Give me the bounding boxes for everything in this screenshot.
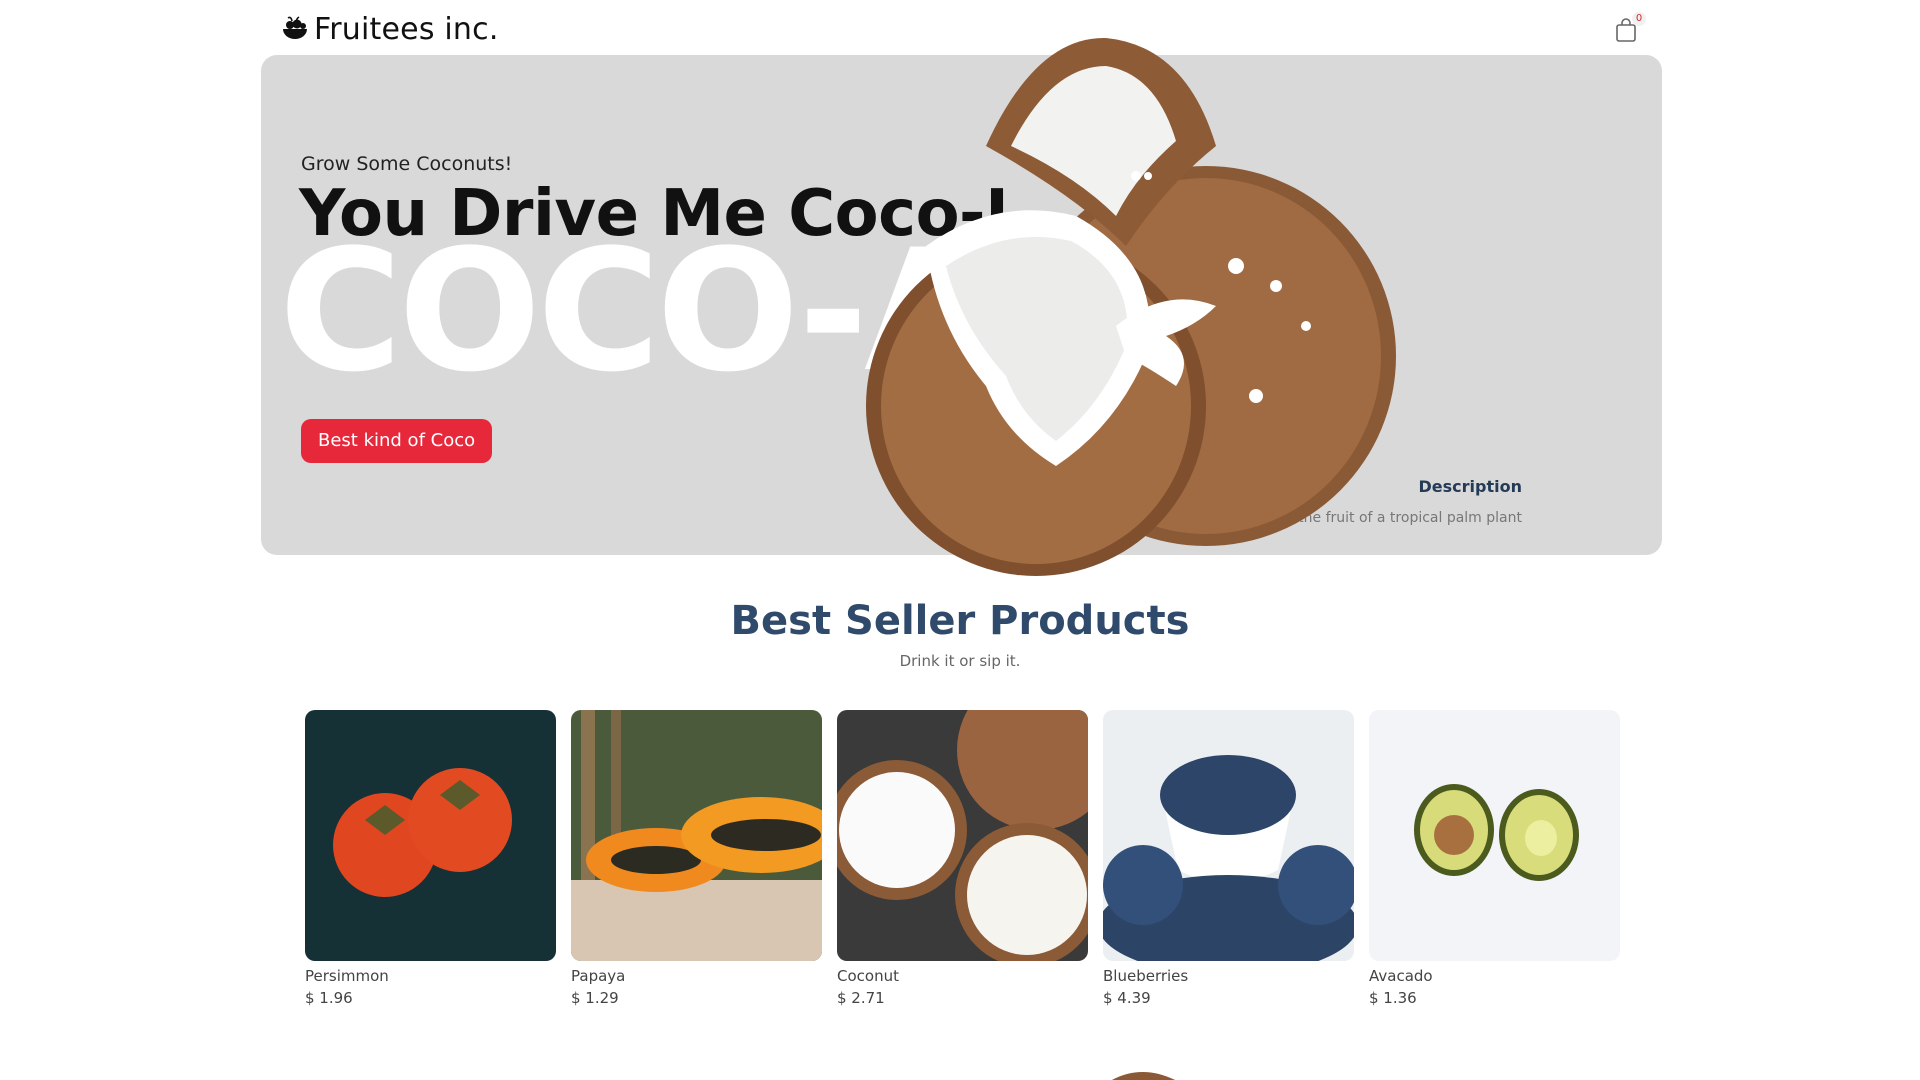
description-label: Description — [1418, 477, 1522, 496]
best-kind-button[interactable]: Best kind of Coco — [301, 419, 493, 463]
product-price: $ 1.29 — [571, 989, 619, 1007]
avocado-image — [1369, 710, 1620, 961]
product-card-blueberries[interactable]: Blueberries $ 4.39 — [1103, 710, 1354, 1007]
product-list: Persimmon $ 1.96 Papaya $ 1.29 Coconut $… — [305, 710, 1625, 1010]
coconut-illustration — [866, 37, 1396, 576]
blueberries-image — [1103, 710, 1354, 961]
product-price: $ 4.39 — [1103, 989, 1151, 1007]
product-card-persimmon[interactable]: Persimmon $ 1.96 — [305, 710, 556, 1007]
cart-button[interactable]: 0 — [1612, 12, 1646, 44]
cart-count-badge: 0 — [1632, 12, 1646, 26]
fruit-bowl-icon — [283, 15, 307, 39]
best-seller-subtitle: Drink it or sip it. — [899, 652, 1021, 670]
product-card-papaya[interactable]: Papaya $ 1.29 — [571, 710, 822, 1007]
product-name: Papaya — [571, 967, 626, 985]
product-card-coconut[interactable]: Coconut $ 2.71 — [837, 710, 1088, 1007]
logo-text: Fruitees inc. — [314, 12, 499, 47]
papaya-image — [571, 710, 822, 961]
product-price: $ 2.71 — [837, 989, 885, 1007]
page: Fruitees inc. 0 Grow Some Coconuts! You … — [0, 0, 1920, 1080]
coconut-image — [837, 710, 1088, 961]
product-name: Coconut — [837, 967, 899, 985]
product-name: Avacado — [1369, 967, 1433, 985]
best-seller-title: Best Seller Products — [730, 598, 1190, 644]
product-name: Blueberries — [1103, 967, 1189, 985]
persimmon-image — [305, 710, 556, 961]
product-price: $ 1.36 — [1369, 989, 1417, 1007]
product-price: $ 1.96 — [305, 989, 353, 1007]
product-card-avacado[interactable]: Avacado $ 1.36 — [1369, 710, 1620, 1007]
logo[interactable]: Fruitees inc. — [280, 12, 499, 47]
coconut-partial-image — [1111, 1072, 1176, 1080]
product-name: Persimmon — [305, 967, 389, 985]
hero-subtitle: Grow Some Coconuts! — [301, 153, 513, 175]
